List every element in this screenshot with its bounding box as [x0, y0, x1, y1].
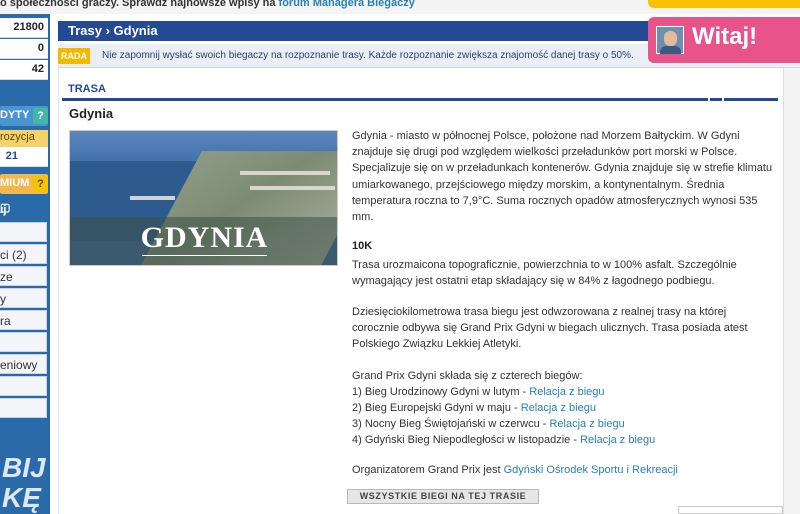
sidebar-item[interactable] [0, 398, 47, 418]
race-name: 2) Bieg Europejski Gdyni w maju - [352, 402, 521, 414]
route-history: Dziesięciokilometrowa trasa biegu jest o… [352, 306, 748, 350]
announcement-prefix: o społeczności graczy. Sprawdź najnowsze… [0, 0, 276, 9]
city-photo: GDYNIA [69, 130, 338, 266]
sidebar-item-empty[interactable] [0, 222, 47, 242]
promo-line: KĘ [2, 482, 41, 513]
avatar-body [660, 46, 681, 54]
position-header: rozycja [0, 130, 48, 147]
sidebar-item-messages[interactable]: ci (2) [0, 244, 47, 264]
sidebar-item[interactable]: ra [0, 310, 47, 330]
sidebar-item-label: ze [0, 270, 13, 284]
caption-underline [142, 255, 267, 256]
forum-link[interactable]: forum Managera Biegaczy [279, 0, 415, 9]
photo-caption: GDYNIA [140, 221, 269, 254]
promo-line: BIJ [2, 452, 46, 483]
race-name: 4) Gdyński Bieg Niepodległości w listopa… [352, 434, 581, 446]
city-description: Gdynia - miasto w północnej Polsce, poło… [352, 130, 773, 224]
sidebar-item[interactable] [0, 332, 47, 352]
sidebar-item[interactable]: ze [0, 266, 47, 286]
premium-label: MIUM [0, 177, 30, 189]
breadcrumb: Trasy › Gdynia [68, 23, 158, 38]
sidebar-item[interactable] [0, 376, 47, 396]
logout-label: wyloguj [0, 204, 7, 216]
sidebar-item-label: y [0, 292, 6, 306]
city-title: Gdynia [69, 106, 114, 121]
organizer-text: Organizatorem Grand Prix jest [352, 464, 504, 476]
stat-row-second: 0 [0, 39, 48, 59]
tip-message: Nie zapomnij wysłać swoich biegaczy na r… [102, 50, 634, 61]
sidebar-item-label: eniowy [0, 358, 38, 372]
list-item: 3) Nocny Bieg Świętojański w czerwcu - R… [352, 416, 772, 432]
buy-credits-button[interactable]: DYTY ? [0, 106, 48, 126]
content-border [58, 68, 59, 514]
sidebar-item-label: ci (2) [0, 248, 27, 262]
sidebar-item[interactable]: y [0, 288, 47, 308]
race-name: 3) Nocny Bieg Świętojański w czerwcu - [352, 418, 550, 430]
race-list: Grand Prix Gdyni składa się z czterech b… [352, 368, 772, 448]
stat-row-money: 21800 [0, 18, 48, 38]
premium-button[interactable]: MIUM ? [0, 174, 48, 194]
tip-badge: RADA [58, 48, 90, 64]
announcement-text: o społeczności graczy. Sprawdź najnowsze… [0, 0, 415, 9]
stat-value: 0 [37, 42, 44, 54]
section-divider [62, 98, 778, 101]
organizer-line: Organizatorem Grand Prix jest Gdyński Oś… [352, 464, 678, 476]
route-distance: 10K [352, 240, 373, 252]
position-value-row: 21 [0, 147, 48, 167]
avatar[interactable] [656, 26, 684, 54]
position-value: 21 [5, 150, 18, 162]
race-list-intro: Grand Prix Gdyni składa się z czterech b… [352, 370, 583, 382]
right-scrollbar[interactable] [783, 68, 800, 514]
corner-box [678, 506, 783, 514]
race-name: 1) Bieg Urodzinowy Gdyni w lutym - [352, 386, 530, 398]
race-report-link[interactable]: Relacja z biegu [521, 402, 596, 414]
list-item: 4) Gdyński Bieg Niepodległości w listopa… [352, 432, 772, 448]
logout-row[interactable]: ▢ wyloguj [0, 200, 48, 218]
list-item: 1) Bieg Urodzinowy Gdyni w lutym - Relac… [352, 384, 772, 400]
race-report-link[interactable]: Relacja z biegu [549, 418, 624, 430]
race-report-link[interactable]: Relacja z biegu [580, 434, 655, 446]
route-terrain: Trasa urozmaicona topograficznie, powier… [352, 259, 737, 287]
sidebar: 21800 0 42 DYTY ? rozycja 21 MIUM ? ▢ wy… [0, 14, 50, 514]
section-title: TRASA [68, 83, 106, 95]
all-runs-button[interactable]: WSZYSTKIE BIEGI NA TEJ TRASIE [347, 489, 539, 504]
stat-value: 21800 [13, 21, 44, 33]
help-icon[interactable]: ? [33, 176, 48, 192]
greeting-text: Witaj! [692, 23, 758, 50]
sidebar-item-label: ra [0, 314, 11, 328]
photo-pier [250, 186, 335, 190]
sidebar-item-training[interactable]: eniowy [0, 354, 47, 374]
photo-pier [240, 171, 330, 175]
user-greeting-box[interactable]: Witaj! [648, 17, 800, 63]
buy-label: DYTY [0, 109, 30, 121]
stat-value: 42 [31, 63, 44, 75]
photo-ship [130, 196, 175, 200]
list-item: 2) Bieg Europejski Gdyni w maju - Relacj… [352, 400, 772, 416]
avatar-face [664, 31, 677, 46]
organizer-link[interactable]: Gdyński Ośrodek Sportu i Rekreacji [504, 464, 678, 476]
stat-row-third: 42 [0, 60, 48, 80]
top-yellow-tab [648, 0, 800, 8]
help-icon[interactable]: ? [33, 108, 48, 124]
position-label: rozycja [0, 131, 35, 143]
race-report-link[interactable]: Relacja z biegu [529, 386, 604, 398]
logout-link[interactable]: ▢ wyloguj [0, 201, 10, 216]
promo-banner[interactable]: BIJ KĘ [0, 450, 48, 514]
